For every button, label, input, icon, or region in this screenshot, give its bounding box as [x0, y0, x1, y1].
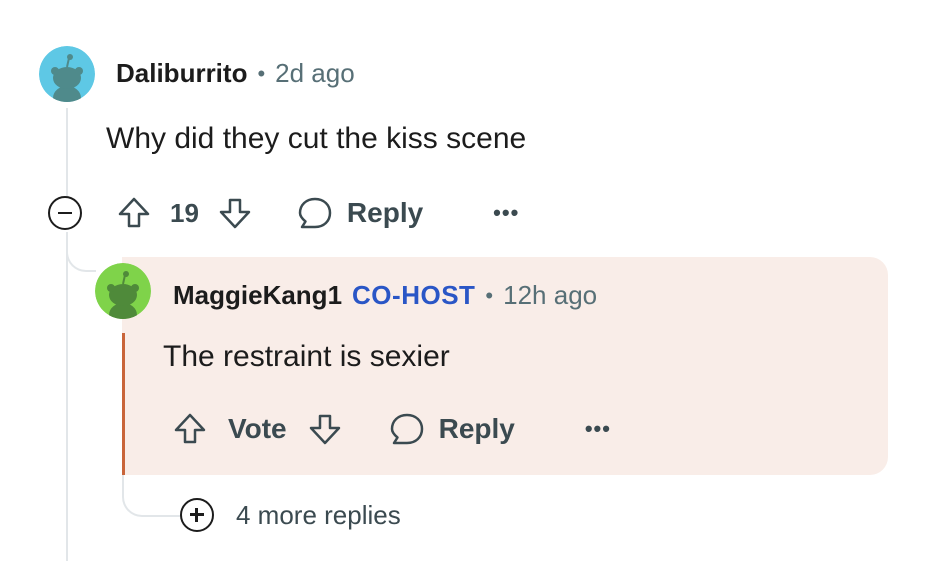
username[interactable]: MaggieKang1: [173, 280, 342, 311]
speech-bubble-icon: [298, 197, 332, 229]
vote-count: 19: [170, 197, 199, 228]
thread-connector: [122, 475, 182, 517]
reply-actions: Vote Reply •••: [172, 408, 611, 450]
more-replies-label: 4 more replies: [236, 499, 401, 530]
timestamp[interactable]: 2d ago: [275, 58, 355, 89]
thread-line: [66, 108, 68, 198]
comment-actions: 19 Reply •••: [116, 192, 519, 234]
reply-body: The restraint is sexier: [163, 340, 450, 373]
cohost-badge: CO-HOST: [352, 280, 476, 310]
arrow-down-outline-icon: [309, 414, 340, 445]
reply-meta: MaggieKang1 CO-HOST • 12h ago: [173, 280, 597, 311]
comment-body: Why did they cut the kiss scene: [106, 122, 527, 155]
minus-circle-icon: [58, 211, 72, 215]
arrow-up-outline-icon: [174, 413, 206, 444]
reply-label: Reply: [438, 413, 515, 444]
upvote-button[interactable]: [116, 195, 152, 231]
downvote-button[interactable]: [217, 195, 253, 231]
separator: •: [257, 60, 266, 86]
reply-button[interactable]: Reply: [389, 411, 515, 447]
collapse-button[interactable]: [48, 196, 82, 230]
plus-circle-icon: [180, 498, 214, 532]
reply-highlight-bar: [122, 333, 125, 475]
vote-label: Vote: [228, 413, 287, 444]
username[interactable]: Daliburrito: [116, 58, 247, 89]
thread-line: [66, 232, 68, 561]
comment-meta: Daliburrito • 2d ago: [116, 58, 355, 89]
thread-connector: [66, 232, 96, 272]
more-replies-button[interactable]: 4 more replies: [180, 498, 401, 532]
upvote-button[interactable]: [172, 411, 208, 447]
comment-thread: Daliburrito • 2d ago Why did they cut th…: [0, 0, 925, 561]
avatar[interactable]: [39, 46, 95, 102]
arrow-down-outline-icon: [219, 198, 251, 229]
more-options-button[interactable]: •••: [585, 416, 611, 442]
speech-bubble-icon: [390, 413, 423, 445]
downvote-button[interactable]: [307, 411, 343, 447]
separator: •: [485, 282, 494, 308]
reply-label: Reply: [346, 197, 424, 228]
timestamp[interactable]: 12h ago: [503, 280, 597, 311]
avatar[interactable]: [95, 263, 151, 319]
more-options-button[interactable]: •••: [493, 200, 519, 226]
reply-button[interactable]: Reply: [297, 195, 423, 231]
arrow-up-outline-icon: [118, 197, 150, 228]
